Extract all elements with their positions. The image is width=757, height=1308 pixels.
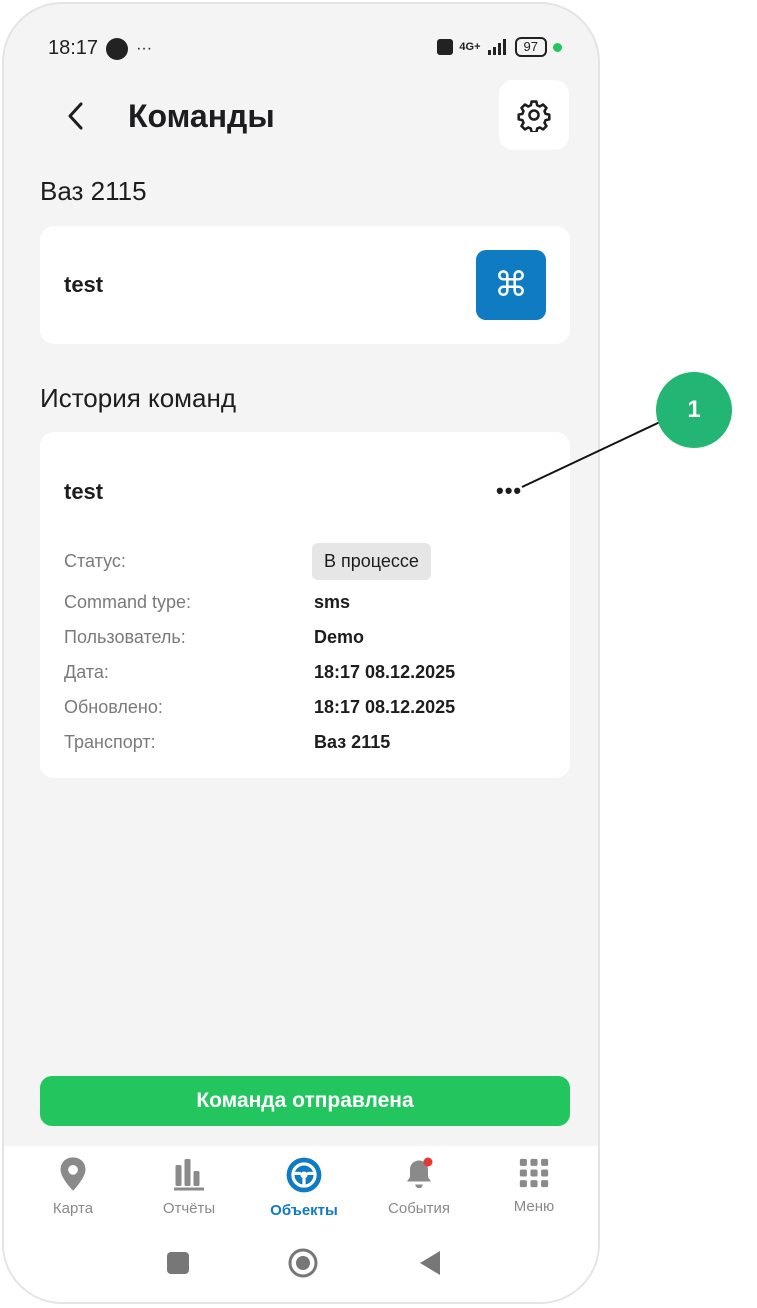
callout-line — [521, 421, 661, 488]
callout-badge: 1 — [656, 372, 732, 448]
